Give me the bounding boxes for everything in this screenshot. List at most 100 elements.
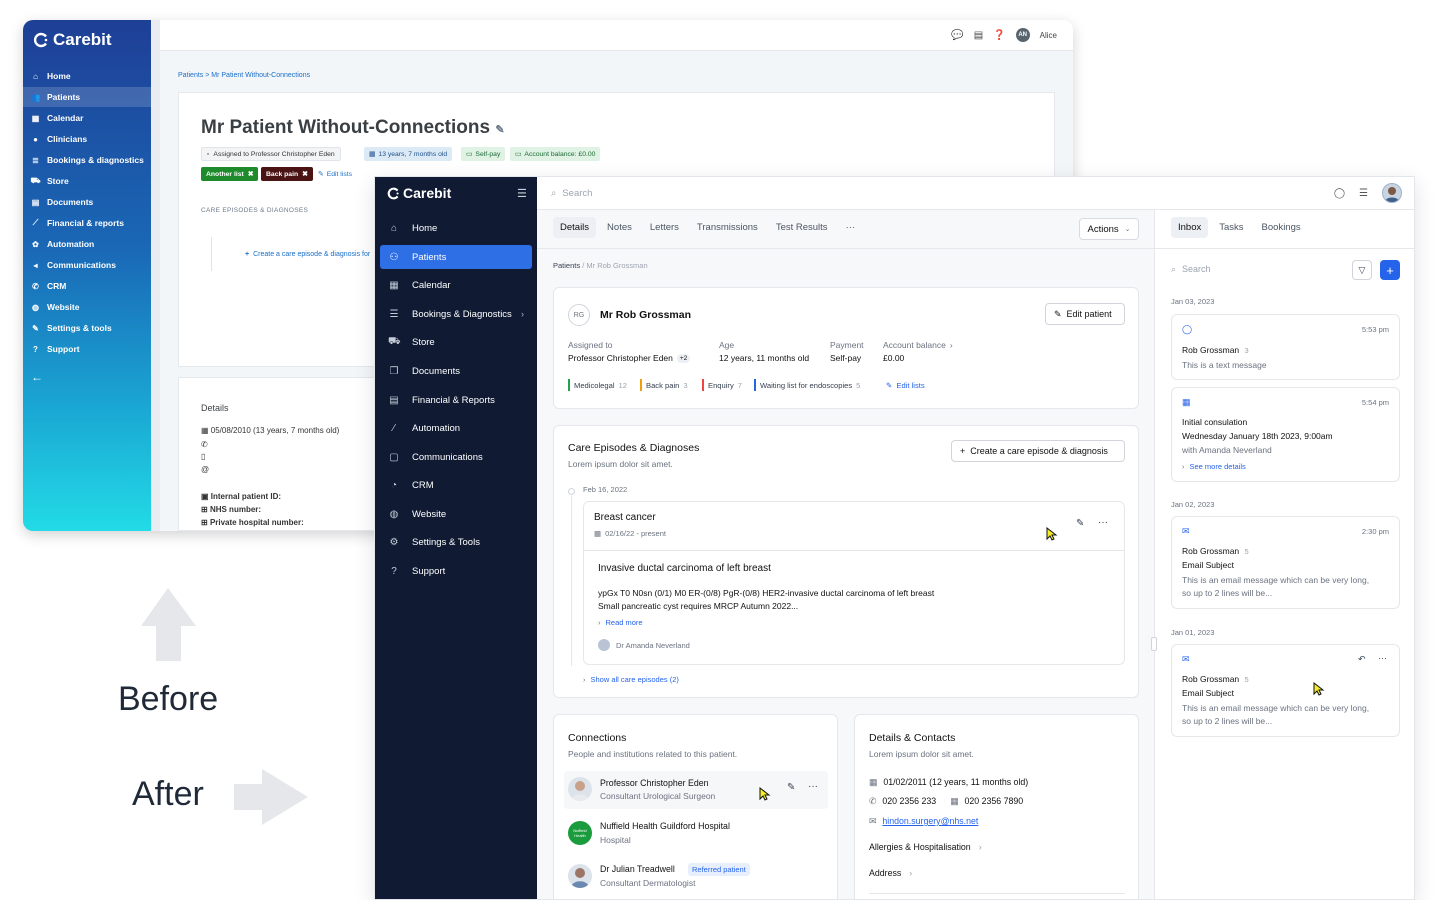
inbox-message[interactable]: ◯ 5:53 pm Rob Grossman 3 This is a text … — [1171, 314, 1400, 380]
assigned-more-badge[interactable]: +2 — [676, 353, 691, 363]
before-nav-home[interactable]: ⌂ Home — [23, 66, 151, 86]
before-nav-crm[interactable]: ✆ CRM — [23, 276, 151, 296]
sidebar-item-patients[interactable]: ⚇ Patients — [380, 245, 532, 269]
inbox-message[interactable]: ✉ 2:30 pm Rob Grossman 5 Email Subject T… — [1171, 516, 1400, 609]
before-nav-settings[interactable]: ✎ Settings & tools — [23, 318, 151, 338]
breadcrumb-patients[interactable]: Patients — [553, 261, 580, 270]
edit-lists-link[interactable]: ✎ Edit lists — [313, 167, 357, 181]
balance-value: £0.00 — [883, 353, 905, 363]
before-nav-documents[interactable]: ▤ Documents — [23, 192, 151, 212]
arrow-left-icon[interactable]: ← — [31, 370, 43, 384]
before-nav-financial[interactable]: ⟋ Financial & reports — [23, 213, 151, 233]
chat-icon[interactable]: 💬 — [951, 30, 963, 41]
read-more-link[interactable]: › Read more — [598, 618, 643, 627]
pencil-icon[interactable]: ✎ — [1076, 518, 1084, 529]
list-tag-enquiry[interactable]: Enquiry 7 — [702, 379, 742, 391]
create-episode-link[interactable]: + Create a care episode & diagnosis for — [245, 251, 370, 258]
edit-patient-button[interactable]: ✎ Edit patient — [1045, 303, 1125, 325]
tab-letters[interactable]: Letters — [643, 217, 686, 238]
inbox-message[interactable]: ✉ ↶ ··· Rob Grossman 5 Email Subject Thi… — [1171, 644, 1400, 737]
sidebar-item-crm[interactable]: ◔ CRM — [380, 473, 532, 497]
phone-value[interactable]: 020 2356 233 — [882, 796, 936, 807]
reply-icon[interactable]: ↶ — [1358, 654, 1366, 665]
pencil-icon[interactable]: ✎ — [495, 124, 504, 136]
more-icon[interactable]: ··· — [808, 781, 818, 792]
before-nav-calendar[interactable]: ▦ Calendar — [23, 108, 151, 128]
sidebar-item-website[interactable]: ◍ Website — [380, 502, 532, 526]
before-nav-store[interactable]: ⛟ Store — [23, 171, 151, 191]
tab-details[interactable]: Details — [553, 217, 597, 238]
list-tag-waiting[interactable]: Waiting list for endoscopies 5 — [754, 379, 860, 391]
account-balance-link[interactable]: Account balance › — [883, 340, 953, 350]
breadcrumb[interactable]: Patients > Mr Patient Without-Connection… — [178, 72, 310, 79]
edit-lists-link[interactable]: ✎ Edit lists — [882, 379, 925, 391]
connection-row[interactable]: Nuffield Health Nuffield Health Guildfor… — [564, 815, 828, 851]
close-icon[interactable]: ✖ — [248, 170, 254, 178]
actions-button[interactable]: Actions ⌄ — [1079, 218, 1139, 240]
email-link[interactable]: hindon.surgery@nhs.net — [882, 816, 978, 827]
phone2-value[interactable]: 020 2356 7890 — [965, 796, 1024, 807]
more-icon[interactable]: ··· — [1098, 517, 1108, 528]
tab-inbox[interactable]: Inbox — [1171, 217, 1209, 238]
more-tabs-icon[interactable]: ··· — [839, 217, 863, 238]
tasks-icon[interactable]: ☰ — [1359, 188, 1368, 199]
sidebar-item-support[interactable]: ? Support — [380, 559, 532, 583]
before-nav-patients[interactable]: 👥 Patients — [23, 87, 151, 107]
sidebar-item-settings[interactable]: ⚙ Settings & Tools — [380, 530, 532, 554]
before-nav-communications[interactable]: ◂ Communications — [23, 255, 151, 275]
inbox-icon[interactable]: ▤ — [974, 30, 983, 41]
sidebar-item-calendar[interactable]: ▦ Calendar — [380, 273, 532, 297]
allergies-link[interactable]: Allergies & Hospitalisation › — [869, 842, 982, 852]
show-all-episodes-link[interactable]: › Show all care episodes (2) — [583, 675, 679, 684]
filter-icon[interactable]: ▽ — [1352, 260, 1372, 280]
inbox-message[interactable]: ▦ 5:54 pm Initial consulation Wednesday … — [1171, 387, 1400, 482]
resize-handle[interactable] — [1151, 637, 1157, 651]
episode-card[interactable]: Breast cancer ▦ 02/16/22 - present ✎ ··· … — [583, 501, 1125, 665]
before-nav-automation[interactable]: ✿ Automation — [23, 234, 151, 254]
tab-tasks[interactable]: Tasks — [1212, 217, 1250, 238]
before-nav-website[interactable]: ◍ Website — [23, 297, 151, 317]
more-icon[interactable]: ··· — [1378, 653, 1387, 663]
close-icon[interactable]: ✖ — [302, 170, 308, 178]
tab-test-results[interactable]: Test Results — [769, 217, 835, 238]
before-nav-support[interactable]: ? Support — [23, 339, 151, 359]
avatar[interactable] — [1382, 183, 1402, 203]
connection-row[interactable]: Dr Julian Treadwell Referred patient Con… — [564, 858, 828, 894]
before-scrollbar[interactable] — [151, 20, 160, 531]
pencil-icon[interactable]: ✎ — [787, 782, 795, 793]
inbox-search-input[interactable]: ⌕ Search — [1171, 264, 1211, 275]
avatar[interactable]: AN — [1015, 28, 1030, 42]
sidebar-item-automation[interactable]: ⁄ Automation — [380, 416, 532, 440]
address-link[interactable]: Address › — [869, 868, 912, 878]
add-button[interactable]: + — [1380, 260, 1400, 280]
home-icon: ⌂ — [390, 222, 398, 234]
sidebar-item-financial[interactable]: ▤ Financial & Reports — [380, 388, 532, 412]
see-more-link[interactable]: › See more details — [1182, 462, 1246, 471]
sidebar-item-store[interactable]: ⛟ Store — [380, 330, 532, 354]
list-tag-backpain[interactable]: Back pain 3 — [640, 379, 688, 391]
tab-bar: Details Notes Letters Transmissions Test… — [553, 217, 862, 238]
connection-row[interactable]: Professor Christopher Eden Consultant Ur… — [564, 771, 828, 809]
search-input[interactable]: ⌕ Search — [551, 188, 592, 199]
help-icon[interactable]: ❓ — [993, 30, 1005, 41]
documents-icon: ❐ — [389, 365, 399, 377]
document-icon: ▤ — [31, 197, 40, 207]
sidebar-item-documents[interactable]: ❐ Documents — [380, 359, 532, 383]
patient-initials: RG — [568, 304, 590, 326]
tab-bookings[interactable]: Bookings — [1255, 217, 1308, 238]
tab-notes[interactable]: Notes — [600, 217, 639, 238]
list-tag-another[interactable]: Another list ✖ — [201, 167, 259, 181]
tab-transmissions[interactable]: Transmissions — [690, 217, 765, 238]
sidebar-item-bookings[interactable]: ☰ Bookings & Diagnostics › — [380, 302, 532, 326]
sidebar-item-home[interactable]: ⌂ Home — [380, 216, 532, 240]
list-tag-medicolegal[interactable]: Medicolegal 12 — [568, 379, 627, 391]
list-tag-backpain[interactable]: Back pain ✖ — [261, 167, 313, 181]
chat-icon[interactable]: ◯ — [1334, 188, 1345, 199]
create-episode-button[interactable]: + Create a care episode & diagnosis — [951, 440, 1125, 462]
before-nav-clinicians[interactable]: ● Clinicians — [23, 129, 151, 149]
sidebar-item-communications[interactable]: ▢ Communications — [380, 445, 532, 469]
before-nav-bookings[interactable]: ≣ Bookings & diagnostics — [23, 150, 151, 170]
hamburger-icon[interactable]: ☰ — [517, 187, 527, 200]
divider — [584, 550, 1124, 551]
logo[interactable]: Carebit — [387, 185, 451, 201]
